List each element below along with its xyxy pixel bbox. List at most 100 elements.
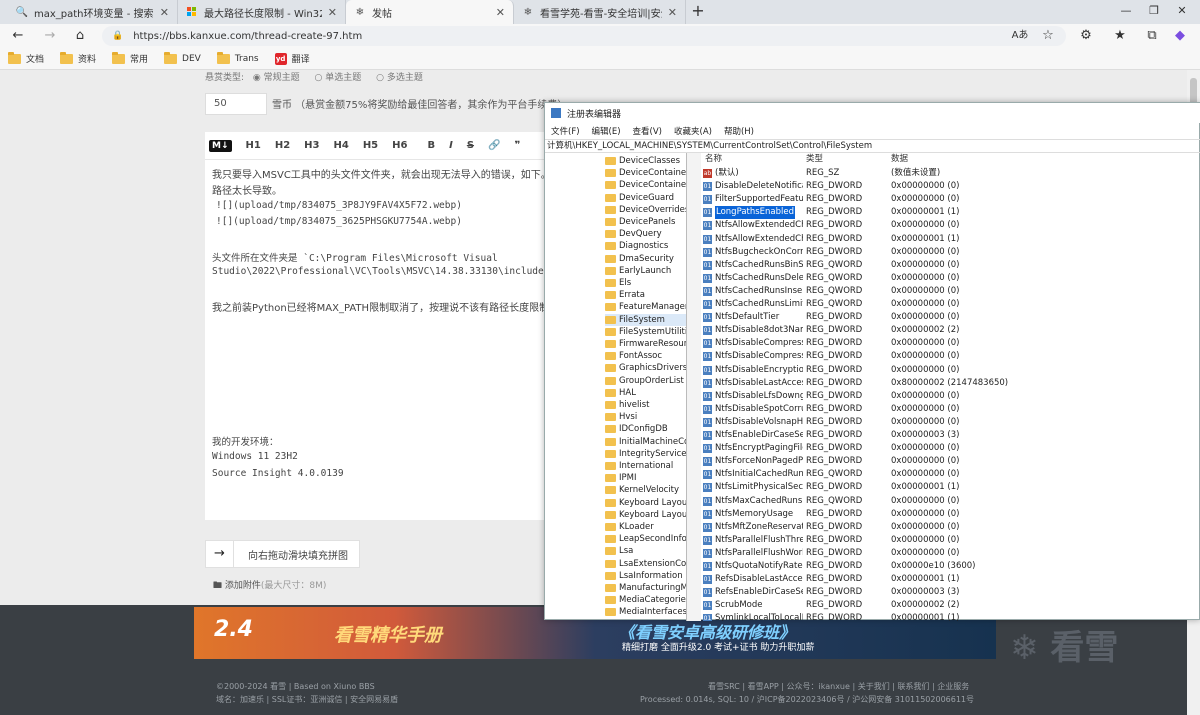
registry-value-row[interactable]: 01 NtfsCachedRunsLimit REG_QWORD 0x00000000… — [701, 298, 1200, 311]
tab-kanxue[interactable]: ❄ 看雪学苑-看雪-安全培训|安全招 ✕ — [514, 0, 686, 24]
tree-item[interactable]: ›DevQuery — [605, 228, 686, 240]
regedit-path-bar[interactable]: 计算机\HKEY_LOCAL_MACHINE\SYSTEM\CurrentCon… — [545, 139, 1200, 153]
registry-value-row[interactable]: 01NtfsForceNonPagedPoolAllocationREG_DWO… — [701, 455, 1200, 468]
registry-value-row[interactable]: 01NtfsParallelFlushWorkersREG_DWORD 0x000… — [701, 547, 1200, 560]
registry-value-row[interactable]: 01NtfsAllowExtendedCharacterIn8dot3NameR… — [701, 233, 1200, 246]
registry-value-row[interactable]: 01NtfsDisableCompressionLimitREG_DWORD 0x… — [701, 350, 1200, 363]
tree-item[interactable]: ›IPMI — [605, 472, 686, 484]
back-button[interactable]: ← — [8, 27, 28, 45]
tree-item[interactable]: ›DeviceGuard — [605, 192, 686, 204]
menu-edit[interactable]: 编辑(E) — [592, 125, 621, 137]
registry-value-row[interactable]: 01 NtfsQuotaNotifyRate REG_DWORD 0x00000e10… — [701, 560, 1200, 573]
tree-item[interactable]: ›HAL — [605, 387, 686, 399]
tree-item[interactable]: ›EarlyLaunch — [605, 265, 686, 277]
home-button[interactable]: ⌂ — [70, 27, 90, 45]
tree-item[interactable]: ›Keyboard Layout — [605, 497, 686, 509]
tab-win32[interactable]: 最大路径长度限制 - Win32 apps ✕ — [178, 0, 346, 24]
tab-post[interactable]: ❄ 发帖 ✕ — [346, 0, 514, 24]
registry-value-row[interactable]: 01 LongPathsEnabled REG_DWORD 0x00000001 (1… — [701, 206, 1200, 220]
menu-view[interactable]: 查看(V) — [633, 125, 662, 137]
col-type-header[interactable]: 类型 — [806, 153, 823, 166]
tree-item[interactable]: ›FeatureManagement — [605, 301, 686, 313]
registry-value-row[interactable]: 01 ScrubMode REG_DWORD 0x00000002 (2) — [701, 599, 1200, 612]
tree-item[interactable]: ›DevicePanels — [605, 216, 686, 228]
tree-item[interactable]: ›LsaExtensionConfig — [605, 558, 686, 570]
bold-button[interactable]: B — [427, 140, 435, 151]
registry-value-row[interactable]: 01 NtfsDefaultTier REG_DWORD 0x00000000 (0) — [701, 311, 1200, 324]
italic-button[interactable]: I — [449, 140, 453, 151]
menu-favorites[interactable]: 收藏夹(A) — [674, 125, 712, 137]
radio-regular[interactable]: ◉ 常规主题 — [253, 73, 300, 83]
favorites-icon[interactable]: ★ — [1110, 27, 1130, 45]
registry-value-row[interactable]: 01NtfsDisableLastAccessUpdateREG_DWORD 0x… — [701, 377, 1200, 390]
restore-icon[interactable]: ❐ — [1146, 4, 1162, 20]
registry-value-row[interactable]: 01 NtfsDisableEncryption REG_DWORD 0x000000… — [701, 364, 1200, 377]
bookmark-docs[interactable]: 文档 — [8, 51, 44, 65]
close-icon[interactable]: ✕ — [160, 6, 169, 19]
registry-value-row[interactable]: 01FilterSupportedFeaturesModeREG_DWORD 0x… — [701, 193, 1200, 206]
link-icon[interactable]: 🔗 — [488, 140, 500, 151]
favorite-star-icon[interactable]: ☆ — [1038, 27, 1058, 45]
slider-arrow-icon[interactable]: → — [206, 541, 234, 567]
tree-item[interactable]: ›LeapSecondInformation — [605, 533, 686, 545]
registry-value-row[interactable]: 01NtfsBugcheckOnCorruptREG_DWORD 0x000000… — [701, 246, 1200, 259]
registry-value-row[interactable]: 01NtfsInitialCachedRunsCountREG_QWORD 0x0… — [701, 468, 1200, 481]
tree-item[interactable]: ›Els — [605, 277, 686, 289]
registry-value-row[interactable]: 01NtfsDisableSpotCorruptionHandlingREG_D… — [701, 403, 1200, 416]
h4-button[interactable]: H4 — [333, 140, 348, 151]
copilot-icon[interactable]: ◆ — [1170, 27, 1190, 45]
col-name-header[interactable]: 名称 — [705, 153, 805, 166]
tree-item[interactable]: ›Errata — [605, 289, 686, 301]
registry-value-row[interactable]: 01RefsEnableDirCaseSensitivityREG_DWORD0… — [701, 586, 1200, 599]
registry-value-row[interactable]: 01NtfsEnableDirCaseSensitivityREG_DWORD0… — [701, 429, 1200, 442]
bookmark-materials[interactable]: 资料 — [60, 51, 96, 65]
bookmark-translate[interactable]: yd 翻译 — [274, 52, 310, 65]
tree-item[interactable]: ›GraphicsDrivers — [605, 362, 686, 374]
tree-item[interactable]: ›DmaSecurity — [605, 253, 686, 265]
registry-value-row[interactable]: 01RefsDisableLastAccessUpdateREG_DWORD 0x… — [701, 573, 1200, 586]
menu-file[interactable]: 文件(F) — [551, 125, 580, 137]
h1-button[interactable]: H1 — [246, 140, 261, 151]
registry-value-row[interactable]: 01NtfsParallelFlushThresholdREG_DWORD 0x0… — [701, 534, 1200, 547]
new-tab-button[interactable]: + — [688, 2, 708, 22]
registry-value-row[interactable]: 01DisableDeleteNotificationREG_DWORD 0x00… — [701, 180, 1200, 193]
close-icon[interactable]: ✕ — [496, 6, 505, 19]
tree-item[interactable]: ›DeviceContainers — [605, 167, 686, 179]
registry-value-row[interactable]: 01 NtfsEncryptPagingFile REG_DWORD 0x000000… — [701, 442, 1200, 455]
tree-item[interactable]: ›GroupOrderList — [605, 375, 686, 387]
menu-help[interactable]: 帮助(H) — [724, 125, 754, 137]
registry-value-row[interactable]: 01NtfsDisableCompressionREG_DWORD 0x00000… — [701, 337, 1200, 350]
col-data-header[interactable]: 数据 — [891, 153, 908, 166]
coin-amount-input[interactable]: 50 — [205, 93, 267, 115]
tab-search[interactable]: 🔍 max_path环境变量 - 搜索 ✕ — [8, 0, 178, 24]
collections-icon[interactable]: ⧉ — [1142, 27, 1162, 45]
tree-item[interactable]: ›FileSystemUtilities — [605, 326, 686, 338]
tree-item[interactable]: ›KLoader — [605, 521, 686, 533]
extensions-icon[interactable]: ⚙ — [1076, 27, 1096, 45]
radio-multi[interactable]: ○ 多选主题 — [376, 73, 423, 83]
close-icon[interactable]: ✕ — [328, 6, 337, 19]
h6-button[interactable]: H6 — [392, 140, 407, 151]
tree-item[interactable]: ›DeviceContainerPropertyUpdateEvents — [605, 179, 686, 191]
tree-item[interactable]: ›ManufacturingMode — [605, 582, 686, 594]
tree-item[interactable]: ›Lsa — [605, 545, 686, 557]
tree-item[interactable]: ›KernelVelocity — [605, 484, 686, 496]
tree-item[interactable]: ›MediaCategories — [605, 594, 686, 606]
tree-item[interactable]: ›IntegrityServices — [605, 448, 686, 460]
radio-single[interactable]: ○ 单选主题 — [315, 73, 362, 83]
bookmark-trans[interactable]: Trans — [216, 51, 259, 64]
registry-value-row[interactable]: 01NtfsAllowExtendedCharacter8dot3RenameR… — [701, 219, 1200, 232]
minimize-icon[interactable]: — — [1118, 4, 1134, 20]
tree-item[interactable]: ›FontAssoc — [605, 350, 686, 362]
registry-value-row[interactable]: 01NtfsDisableVolsnapHintsREG_DWORD 0x0000… — [701, 416, 1200, 429]
tree-item[interactable]: ›Hvsi — [605, 411, 686, 423]
bookmark-dev[interactable]: DEV — [164, 51, 201, 64]
tree-item[interactable]: ›International — [605, 460, 686, 472]
tree-item[interactable]: ›Diagnostics — [605, 240, 686, 252]
registry-value-row[interactable]: 01SymlinkLocalToLocalEvaluationREG_DWORD… — [701, 612, 1200, 621]
tree-item[interactable]: ›MediaInterfaces — [605, 606, 686, 618]
tree-item[interactable]: ›FileSystem — [605, 313, 686, 326]
close-icon[interactable]: ✕ — [668, 6, 677, 19]
tree-item[interactable]: ›Keyboard Layouts — [605, 509, 686, 521]
registry-value-row[interactable]: 01NtfsCachedRunsDeleteSizeREG_QWORD 0x000… — [701, 272, 1200, 285]
